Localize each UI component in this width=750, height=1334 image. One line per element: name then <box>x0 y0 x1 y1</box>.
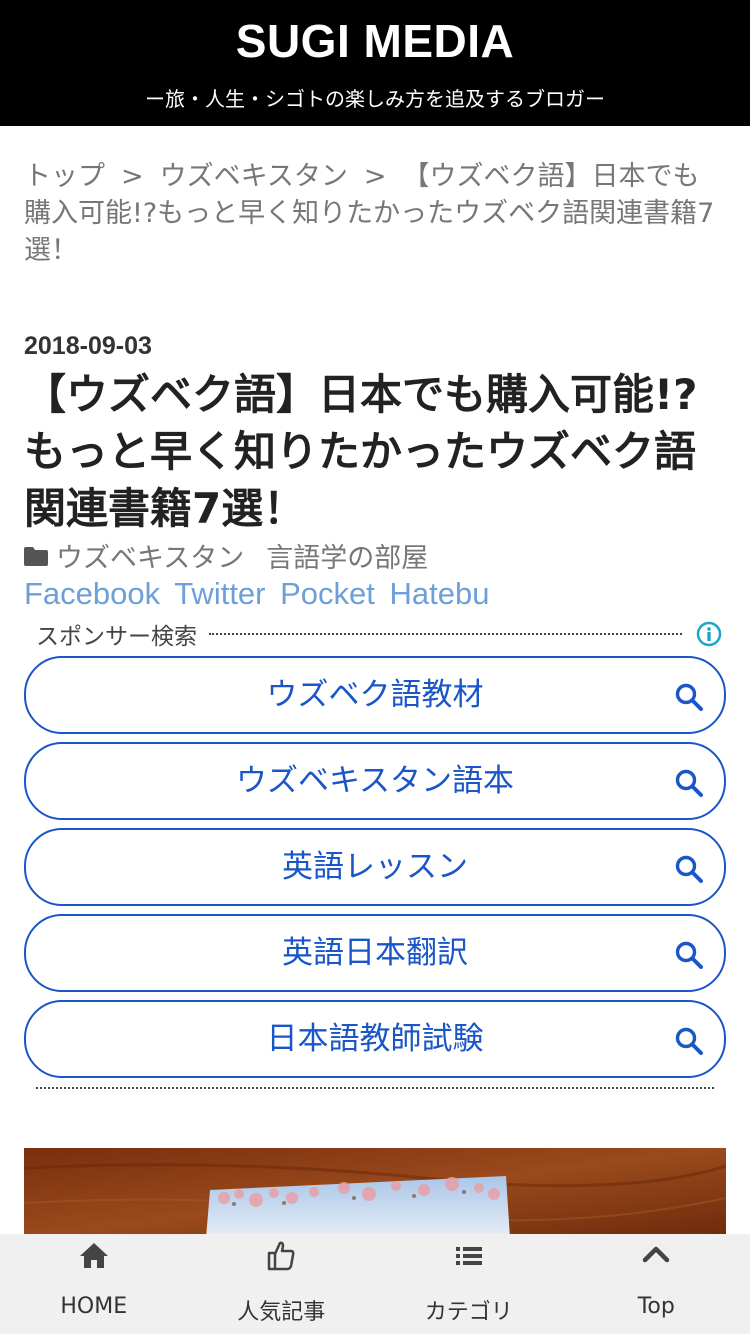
list-icon <box>455 1247 482 1265</box>
share-pocket-link[interactable]: Pocket <box>280 576 375 611</box>
tab-label: HOME <box>60 1294 128 1319</box>
sponsor-search-header: スポンサー検索 <box>36 618 722 650</box>
search-icon <box>675 855 703 883</box>
site-tagline: ー旅・人生・シゴトの楽しみ方を追及するブロガー <box>145 87 605 111</box>
home-icon <box>79 1243 108 1268</box>
share-hatebu-link[interactable]: Hatebu <box>390 576 490 611</box>
tab-popular[interactable]: 人気記事 <box>188 1234 376 1334</box>
breadcrumb: トップ > ウズベキスタン > 【ウズベク語】日本でも購入可能!?もっと早く知りたかった… <box>24 158 726 269</box>
chevron-up-icon <box>643 1246 670 1263</box>
sponsor-search-button[interactable]: ウズベキスタン語本 <box>24 742 726 820</box>
sponsor-search-text: ウズベク語教材 <box>266 677 484 713</box>
tab-home[interactable]: HOME <box>0 1234 188 1334</box>
breadcrumb-separator: > <box>121 161 144 192</box>
breadcrumb-category[interactable]: ウズベキスタン <box>160 161 348 192</box>
divider <box>209 633 682 635</box>
tab-label: Top <box>637 1294 675 1319</box>
folder-icon <box>24 546 48 566</box>
sponsor-search-text: 日本語教師試験 <box>266 1021 484 1057</box>
breadcrumb-separator: > <box>363 161 387 192</box>
tab-label: 人気記事 <box>237 1300 326 1325</box>
post-title: 【ウズベク語】日本でも購入可能!?もっと早く知りたかったウズベク語関連書籍7選！ <box>24 370 698 533</box>
sponsor-search-button[interactable]: ウズベク語教材 <box>24 656 726 734</box>
sponsor-search-button[interactable]: 日本語教師試験 <box>24 1000 726 1078</box>
share-twitter-link[interactable]: Twitter <box>174 576 265 611</box>
featured-image-photo <box>24 1148 726 1238</box>
tab-categories[interactable]: カテゴリ <box>375 1234 563 1334</box>
share-facebook-link[interactable]: Facebook <box>24 576 160 611</box>
sponsor-search-label: スポンサー検索 <box>36 624 197 650</box>
breadcrumb-top[interactable]: トップ <box>24 161 105 192</box>
sponsor-search-text: ウズベキスタン語本 <box>235 763 515 799</box>
bottom-tab-bar: HOME 人気記事 カテゴリ Top <box>0 1234 750 1334</box>
sponsor-search-button[interactable]: 英語日本翻訳 <box>24 914 726 992</box>
site-title[interactable]: SUGI MEDIA <box>0 14 750 68</box>
search-icon <box>675 941 703 969</box>
featured-image <box>24 1148 726 1238</box>
sponsor-search-text: 英語レッスン <box>282 849 468 885</box>
category-link-linguistics[interactable]: 言語学の部屋 <box>266 536 428 575</box>
sponsor-search-text: 英語日本翻訳 <box>282 935 468 971</box>
divider <box>36 1087 714 1089</box>
search-icon <box>675 1027 703 1055</box>
tab-top[interactable]: Top <box>563 1234 750 1334</box>
info-icon[interactable] <box>696 621 722 647</box>
sponsor-search-button[interactable]: 英語レッスン <box>24 828 726 906</box>
post-date: 2018-09-03 <box>24 332 152 360</box>
thumbs-up-icon <box>268 1241 295 1271</box>
search-icon <box>675 683 703 711</box>
tab-label: カテゴリ <box>424 1300 513 1325</box>
search-icon <box>675 769 703 797</box>
share-links: Facebook Twitter Pocket Hatebu <box>24 576 496 612</box>
category-link-uzbekistan[interactable]: ウズベキスタン <box>56 536 244 575</box>
post-categories: ウズベキスタン 言語学の部屋 <box>24 536 450 575</box>
site-header: SUGI MEDIA ー旅・人生・シゴトの楽しみ方を追及するブロガー <box>0 0 750 126</box>
